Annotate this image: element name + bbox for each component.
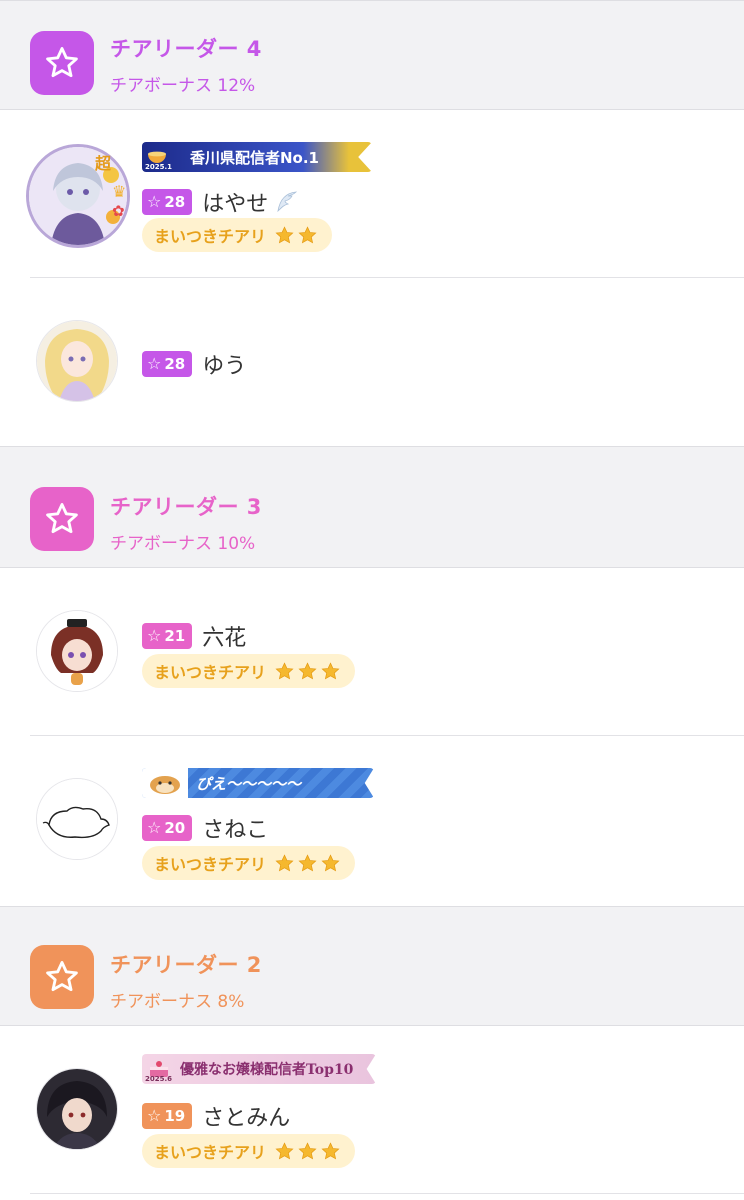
star-outline-icon: ☆ xyxy=(147,354,162,373)
gold-star-icon xyxy=(275,853,294,871)
tier-title: チアリーダー 3 xyxy=(110,495,262,519)
banner-text: ぴえ〜〜〜〜〜 xyxy=(196,774,302,793)
user-row-saneko[interactable]: ぴえ〜〜〜〜〜 ☆ 20 さねこ まいつきチアリ xyxy=(0,736,744,906)
cheer-stars xyxy=(274,1141,341,1162)
cheer-label: まいつきチアリ xyxy=(154,855,267,874)
star-outline-icon: ☆ xyxy=(147,192,162,211)
tier-header-2: チアリーダー 2 チアボーナス 8% xyxy=(0,906,744,1026)
level-number: 19 xyxy=(164,1107,186,1125)
star-outline-icon: ☆ xyxy=(147,626,162,645)
level-badge: ☆ 20 xyxy=(142,815,193,841)
user-row-hayase[interactable]: 超 ♛ ✿ 2025.1 香川県配信者No.1 ☆ 28 はやせ まいつきチアリ xyxy=(0,110,744,278)
banner-text: 香川県配信者No.1 xyxy=(190,148,319,167)
cheer-badge: まいつきチアリ xyxy=(142,1134,356,1168)
tier-header-3: チアリーダー 3 チアボーナス 10% xyxy=(0,446,744,568)
level-number: 20 xyxy=(164,819,186,837)
banner-text: 優雅なお嬢様配信者Top10 xyxy=(180,1062,354,1078)
star-outline-icon: ☆ xyxy=(147,1106,162,1125)
tier-bonus: チアボーナス 8% xyxy=(110,992,245,1012)
gold-star-icon xyxy=(275,225,294,243)
gold-star-icon xyxy=(321,1141,340,1159)
crown-icon: ♛ xyxy=(112,182,127,201)
banner-year: 2025.6 xyxy=(145,1075,173,1083)
star-icon xyxy=(30,487,94,551)
user-avatar[interactable] xyxy=(36,1068,118,1150)
row-divider xyxy=(30,1193,744,1194)
star-icon xyxy=(30,945,94,1009)
user-name[interactable]: さねこ xyxy=(202,812,268,844)
tier-bonus: チアボーナス 12% xyxy=(110,76,256,96)
cheer-label: まいつきチアリ xyxy=(154,1143,267,1162)
gold-star-icon xyxy=(321,661,340,679)
cheer-label: まいつきチアリ xyxy=(154,663,267,682)
gold-star-icon xyxy=(298,853,317,871)
level-badge: ☆ 21 xyxy=(142,623,193,649)
level-number: 21 xyxy=(164,627,186,645)
profile-banner: 2025.1 香川県配信者No.1 xyxy=(142,142,372,172)
tier-title: チアリーダー 4 xyxy=(110,37,262,61)
user-name[interactable]: さとみん xyxy=(202,1100,290,1132)
tier-bonus: チアボーナス 10% xyxy=(110,534,256,554)
star-icon xyxy=(30,31,94,95)
cheer-stars xyxy=(274,661,341,682)
user-name[interactable]: 六花 xyxy=(202,620,246,652)
gold-star-icon xyxy=(275,1141,294,1159)
ribbon-icon: ✿ xyxy=(112,202,125,220)
user-row-satomin[interactable]: 2025.6 優雅なお嬢様配信者Top10 ☆ 19 さとみん まいつきチアリ xyxy=(0,1026,744,1200)
cheer-stars xyxy=(274,225,318,246)
level-badge: ☆ 28 xyxy=(142,351,193,377)
banner-year: 2025.1 xyxy=(145,163,173,171)
user-row-yuu[interactable]: ☆ 28 ゆう xyxy=(0,278,744,446)
cheer-badge: まいつきチアリ xyxy=(142,654,356,688)
user-avatar[interactable] xyxy=(36,610,118,692)
profile-banner: 2025.6 優雅なお嬢様配信者Top10 xyxy=(142,1054,376,1084)
gold-star-icon xyxy=(275,661,294,679)
user-avatar[interactable] xyxy=(36,320,118,402)
cheer-badge: まいつきチアリ xyxy=(142,846,356,880)
cheer-label: まいつきチアリ xyxy=(154,227,267,246)
avatar-tag: 超 xyxy=(95,154,112,173)
star-outline-icon: ☆ xyxy=(147,818,162,837)
user-name[interactable]: ゆう xyxy=(202,348,246,380)
level-badge: ☆ 19 xyxy=(142,1103,193,1129)
tier-title: チアリーダー 2 xyxy=(110,953,262,977)
user-row-rikka[interactable]: ☆ 21 六花 まいつきチアリ xyxy=(0,568,744,736)
tier-header-4: チアリーダー 4 チアボーナス 12% xyxy=(0,0,744,110)
dog-icon xyxy=(142,768,188,798)
cheer-badge: まいつきチアリ xyxy=(142,218,333,252)
level-number: 28 xyxy=(164,193,186,211)
cheer-stars xyxy=(274,853,341,874)
gold-star-icon xyxy=(298,661,317,679)
gold-star-icon xyxy=(298,225,317,243)
user-name[interactable]: はやせ xyxy=(202,186,268,218)
profile-banner: ぴえ〜〜〜〜〜 xyxy=(142,768,374,798)
user-avatar[interactable] xyxy=(36,778,118,860)
gold-star-icon xyxy=(321,853,340,871)
wing-icon xyxy=(277,191,298,213)
level-badge: ☆ 28 xyxy=(142,189,193,215)
gold-star-icon xyxy=(298,1141,317,1159)
level-number: 28 xyxy=(164,355,186,373)
